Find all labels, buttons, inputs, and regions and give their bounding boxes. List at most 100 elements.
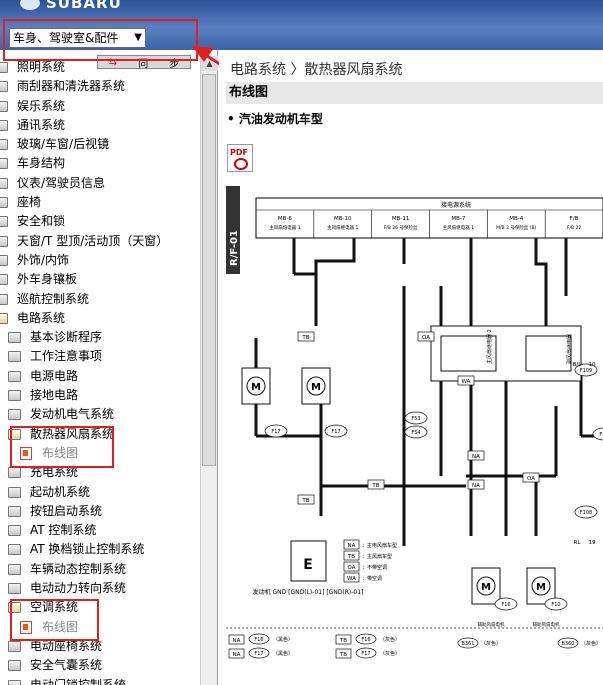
tree-item-label: 外饰/内饰 (17, 252, 70, 267)
folder-icon (8, 486, 21, 498)
box-code: F/B (570, 216, 579, 222)
tree-item-label: 雨刮器和清洗器系统 (17, 79, 126, 94)
pdf-icon[interactable]: PDF (227, 144, 253, 172)
tree-item-label: 电路系统 (17, 310, 66, 325)
fan-label: 辅助风扇电机 (478, 621, 505, 628)
footer-connector: B360 (562, 641, 575, 647)
box-code: MB-6 (278, 216, 293, 222)
connector-label: F17 (331, 429, 340, 435)
tree-item[interactable]: 天窗/T 型顶/活动顶（天窗） (0, 232, 200, 251)
side-label: RL (574, 540, 582, 546)
side-label: 10 (589, 362, 596, 368)
wire-label: NA (472, 483, 480, 489)
tree-item[interactable]: 外饰/内饰 (0, 251, 200, 270)
footer-connector: F17 (254, 651, 263, 657)
connector-label: F16 (501, 602, 510, 608)
tree-item-label: 发动机电气系统 (30, 407, 115, 422)
tree-item-label: 娱乐系统 (17, 98, 66, 113)
box-code: MB-11 (392, 216, 410, 222)
box-desc: M/B 3 号保险丝 (B) (496, 224, 536, 231)
tree-item[interactable]: 电源电路 (0, 367, 200, 386)
tree-item[interactable]: 座椅 (0, 193, 200, 212)
tree-item-label: 座椅 (17, 195, 42, 210)
folder-icon (8, 332, 21, 344)
tree-item[interactable]: 安全气囊系统 (0, 656, 200, 675)
tree-item-label: AT 换档锁止控制系统 (30, 542, 145, 557)
tree-item[interactable]: 电路系统 (0, 309, 200, 328)
tree-item-label: 起动机系统 (30, 484, 91, 499)
box-code: MB-7 (451, 216, 466, 222)
folder-icon (0, 100, 8, 112)
tree-item[interactable]: 基本诊断程序 (0, 328, 200, 347)
folder-icon (8, 467, 21, 479)
tree-item-label: AT 控制系统 (30, 523, 97, 538)
folder-icon (8, 505, 21, 517)
tree-item-label: 通讯系统 (17, 117, 66, 132)
footer-key: NA (233, 638, 241, 644)
legend-value: ：主电风扇车型 (362, 542, 397, 549)
tree-item[interactable]: AT 控制系统 (0, 521, 200, 540)
tree-item[interactable]: 工作注意事项 (0, 347, 200, 366)
folder-icon (8, 640, 21, 652)
legend-value: ：不带空调 (362, 564, 387, 571)
tree-item[interactable]: 外车身镶板 (0, 270, 200, 289)
footer-note: （黑色） (273, 636, 293, 643)
footer-key: NA (233, 652, 241, 658)
tree-item[interactable]: 车辆动态控制系统 (0, 560, 200, 579)
tree-item[interactable]: 车身结构 (0, 154, 200, 173)
box-code: MB-4 (509, 216, 524, 222)
tree-item[interactable]: 电动门锁控制系统 (0, 676, 200, 685)
legend-key: NA (348, 543, 356, 549)
tree-item[interactable]: 电动动力转向系统 (0, 579, 200, 598)
folder-icon (0, 254, 8, 266)
tree-item[interactable]: 巡航控制系统 (0, 290, 200, 309)
folder-icon (0, 62, 8, 73)
tree-item[interactable]: 娱乐系统 (0, 97, 200, 116)
wire-label: TB (301, 498, 309, 504)
tree-item[interactable]: 接地电路 (0, 386, 200, 405)
footer-note: （黑色） (273, 650, 293, 657)
tree-item[interactable]: AT 换档锁止控制系统 (0, 540, 200, 559)
motor-symbol: M (536, 582, 546, 593)
folder-icon (0, 81, 8, 93)
tree-item[interactable]: 雨刮器和清洗器系统 (0, 77, 200, 96)
tree-item-label: 安全和锁 (17, 214, 66, 229)
connector-label: F53 (411, 416, 420, 422)
side-label: 19 (589, 540, 596, 546)
tree-item[interactable]: 起动机系统 (0, 483, 200, 502)
connector-label: F17 (271, 429, 280, 435)
box-desc: F/B 22 (567, 225, 581, 231)
tree-item[interactable]: 按钮启动系统 (0, 502, 200, 521)
tree-item-label: 巡航控制系统 (17, 291, 90, 306)
highlight-box-category (3, 19, 198, 61)
wire-label: TB (301, 335, 309, 341)
box-desc: 主风扇继电器 1 (327, 224, 358, 231)
relays (430, 325, 582, 382)
folder-icon (0, 119, 8, 131)
tree-item[interactable]: 通讯系统 (0, 116, 200, 135)
footer-connector: F16 (361, 637, 370, 643)
tree-item[interactable]: 玻璃/车窗/后视镜 (0, 135, 200, 154)
diagram-id: R/F-01 (229, 230, 240, 266)
legend-key: TB (347, 554, 355, 560)
box-desc: 主风扇继电器 1 (443, 224, 474, 231)
box-code: MB-10 (334, 216, 352, 222)
folder-icon (0, 158, 8, 170)
wire-label: TB (371, 483, 379, 489)
subaru-stars-icon (20, 0, 40, 10)
breadcrumb: 电路系统 〉散热器风扇系统 (230, 62, 403, 78)
tree-item[interactable]: 仪表/驾驶员信息 (0, 174, 200, 193)
motor-symbol: M (311, 382, 321, 393)
folder-icon (8, 660, 21, 672)
folder-icon (8, 525, 21, 537)
tree-item-label: 电源电路 (30, 368, 79, 383)
tree-item[interactable]: 发动机电气系统 (0, 405, 200, 424)
wire-label: NA (472, 454, 480, 460)
folder-icon (0, 274, 8, 286)
tree-item-label: 车身结构 (17, 156, 66, 171)
ground-label: E (303, 557, 313, 573)
relay-label-1: 主风扇继电器 2 (486, 329, 493, 364)
wire-label: OA (422, 335, 430, 341)
wiring-diagram: R/F-01 接电源系统 MB-6主风扇熔电器 1MB-10主风扇继电器 1MB… (226, 186, 603, 659)
tree-item[interactable]: 安全和锁 (0, 212, 200, 231)
